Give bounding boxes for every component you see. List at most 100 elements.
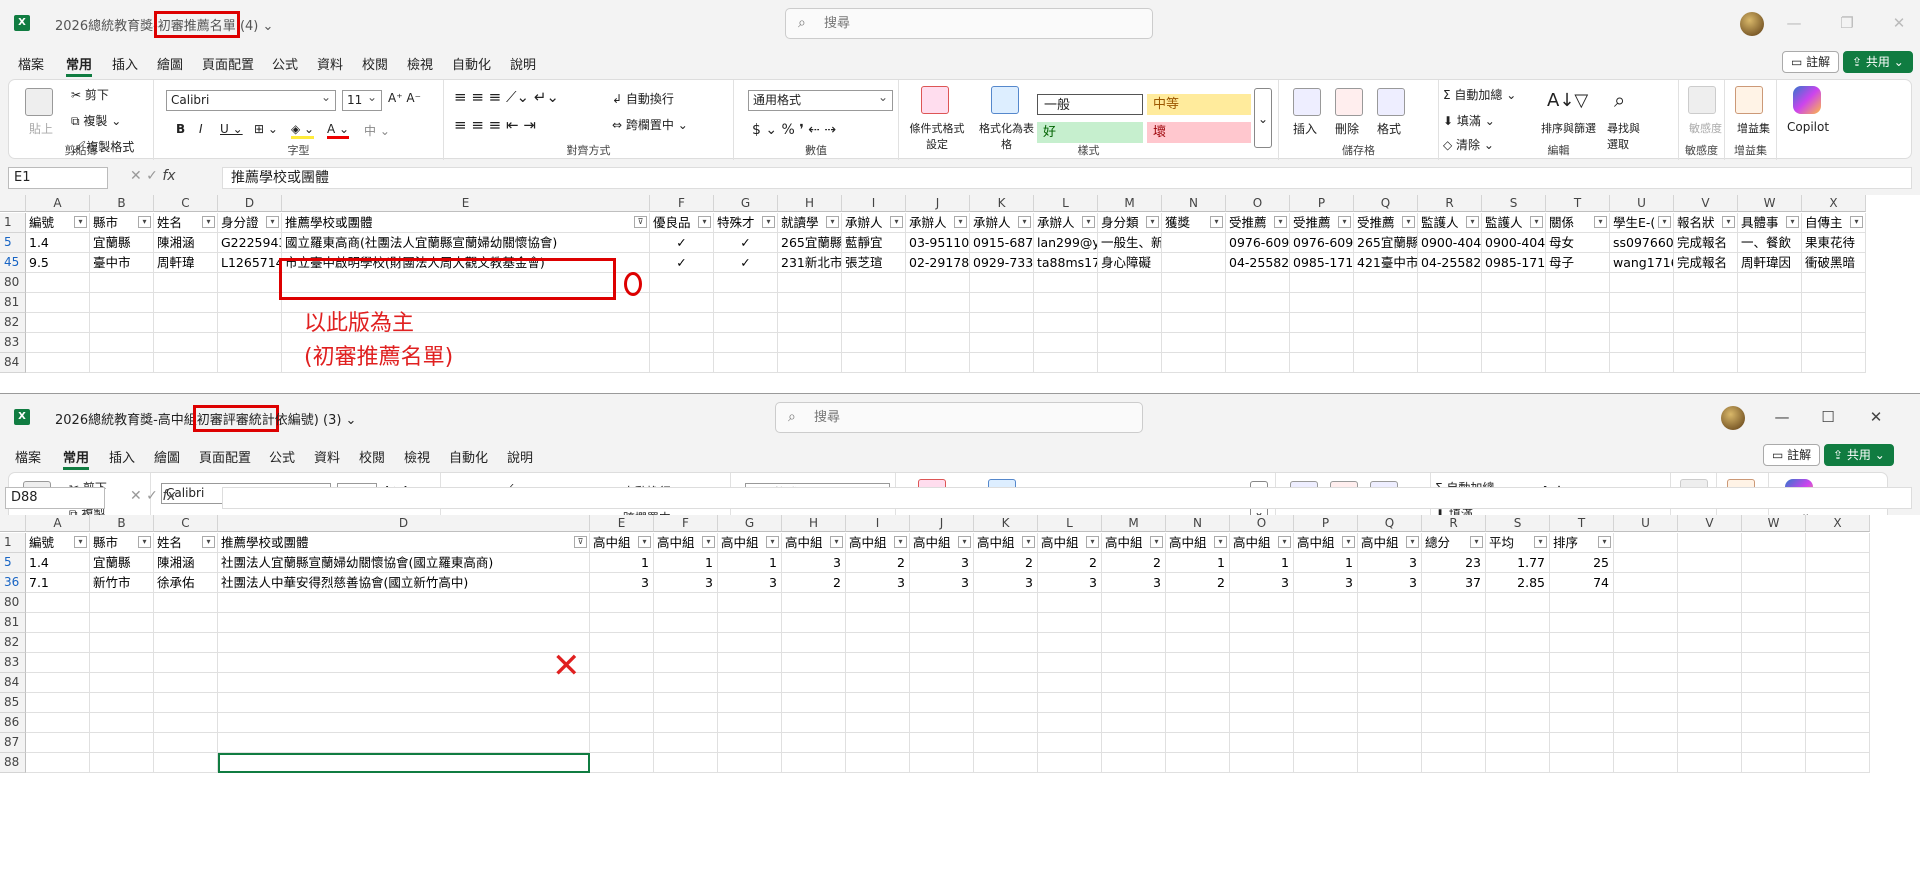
grid-cell[interactable]: 37 xyxy=(1422,573,1486,593)
grid-cell[interactable] xyxy=(154,633,218,653)
grid-cell[interactable] xyxy=(590,593,654,613)
grid-cell[interactable] xyxy=(718,733,782,753)
grid-cell[interactable] xyxy=(1678,693,1742,713)
bold-icon[interactable]: B xyxy=(176,122,185,136)
grid-cell[interactable] xyxy=(846,593,910,613)
grid-cell[interactable] xyxy=(1102,593,1166,613)
grid-cell[interactable] xyxy=(1162,253,1226,273)
grid-cell[interactable] xyxy=(970,273,1034,293)
menu-formulas[interactable]: 公式 xyxy=(272,54,298,73)
grid-cell[interactable]: 3 xyxy=(910,573,974,593)
grid-cell[interactable] xyxy=(1290,273,1354,293)
grid-cell[interactable] xyxy=(1294,653,1358,673)
filter-dropdown-icon[interactable]: ▾ xyxy=(1598,536,1611,548)
find-select-icon[interactable]: ⌕ xyxy=(1614,88,1625,112)
grid-cell[interactable] xyxy=(1678,613,1742,633)
grid-cell[interactable]: 3 xyxy=(910,553,974,573)
header-cell[interactable]: 排序 ▾ xyxy=(1550,533,1614,553)
grid-cell[interactable]: ✓ xyxy=(714,253,778,273)
grid-cell[interactable] xyxy=(1610,293,1674,313)
grid-cell[interactable] xyxy=(590,653,654,673)
grid-cell[interactable] xyxy=(650,333,714,353)
delete-cells-button[interactable]: 刪除 xyxy=(1335,120,1359,137)
grid-cell[interactable] xyxy=(1034,353,1098,373)
italic-icon[interactable]: I xyxy=(199,122,203,136)
grid-cell[interactable]: 一、餐飲 xyxy=(1738,233,1802,253)
header-cell[interactable]: 受推薦 ▾ xyxy=(1226,213,1290,233)
column-header[interactable]: S xyxy=(1486,515,1550,532)
grid-cell[interactable]: 3 xyxy=(1294,573,1358,593)
grid-cell[interactable] xyxy=(1422,733,1486,753)
filter-dropdown-icon[interactable]: ▾ xyxy=(1274,216,1287,228)
header-cell[interactable]: 高中組 ▾ xyxy=(846,533,910,553)
number-format-dropdown[interactable]: 通用格式 xyxy=(748,88,893,111)
grid-cell[interactable]: 果東花待 xyxy=(1802,233,1866,253)
grid-cell[interactable] xyxy=(1098,273,1162,293)
grid-cell[interactable] xyxy=(1610,353,1674,373)
grid-cell[interactable] xyxy=(1486,593,1550,613)
grid-cell[interactable] xyxy=(1550,673,1614,693)
grid-cell[interactable] xyxy=(1422,713,1486,733)
grid-cell[interactable] xyxy=(1294,593,1358,613)
grid-cell[interactable] xyxy=(1162,293,1226,313)
grid-cell[interactable]: lan299@y xyxy=(1034,233,1098,253)
grid-cell[interactable] xyxy=(718,753,782,773)
grid-cell[interactable]: 3 xyxy=(1038,573,1102,593)
header-cell[interactable]: 高中組 ▾ xyxy=(1038,533,1102,553)
grid-cell[interactable]: 完成報名 xyxy=(1674,233,1738,253)
grid-cell[interactable] xyxy=(718,713,782,733)
grid-cell[interactable]: 1 xyxy=(1166,553,1230,573)
grid-cell[interactable] xyxy=(590,633,654,653)
grid-cell[interactable] xyxy=(1290,293,1354,313)
column-header[interactable]: J xyxy=(906,195,970,212)
filter-dropdown-icon[interactable]: ▾ xyxy=(826,216,839,228)
grid-cell[interactable] xyxy=(1226,293,1290,313)
row-header[interactable]: 84 xyxy=(0,353,26,373)
grid-cell[interactable] xyxy=(654,673,718,693)
grid-cell[interactable]: 3 xyxy=(718,573,782,593)
grid-cell[interactable] xyxy=(970,313,1034,333)
grid-cell[interactable] xyxy=(650,273,714,293)
grid-cell[interactable] xyxy=(714,333,778,353)
grid-cell[interactable] xyxy=(1550,713,1614,733)
grid-cell[interactable] xyxy=(1230,653,1294,673)
grid-cell[interactable] xyxy=(1162,233,1226,253)
grid-cell[interactable]: 3 xyxy=(1358,573,1422,593)
grid-cell[interactable] xyxy=(1102,613,1166,633)
filter-dropdown-icon[interactable]: ▾ xyxy=(698,216,711,228)
grid-cell[interactable]: 2.85 xyxy=(1486,573,1550,593)
grid-cell[interactable]: 1 xyxy=(590,553,654,573)
sort-filter-button[interactable]: 排序與篩選 xyxy=(1541,120,1596,136)
column-header[interactable]: A xyxy=(26,195,90,212)
grid-cell[interactable] xyxy=(1742,593,1806,613)
filter-dropdown-icon[interactable]: ▾ xyxy=(1338,216,1351,228)
grid-cell[interactable] xyxy=(1614,633,1678,653)
filter-dropdown-icon[interactable]: ▾ xyxy=(638,536,651,548)
grid-cell[interactable]: 3 xyxy=(782,553,846,573)
formula-cancel-icon[interactable]: ✕ ✓ fx xyxy=(130,488,176,504)
grid-cell[interactable]: 社團法人宜蘭縣宣蘭婦幼關懷協會(國立羅東高商) xyxy=(218,553,590,573)
grid-cell[interactable]: 0985-1716 xyxy=(1290,253,1354,273)
grid-cell[interactable]: 03-951102 xyxy=(906,233,970,253)
header-cell[interactable]: 監護人 ▾ xyxy=(1482,213,1546,233)
grid-cell[interactable] xyxy=(154,593,218,613)
grid-cell[interactable]: 社團法人中華安得烈慈善協會(國立新竹高中) xyxy=(218,573,590,593)
grid-cell[interactable]: 2 xyxy=(846,553,910,573)
border-icon[interactable]: ⊞ ⌄ xyxy=(254,122,278,136)
filter-dropdown-icon[interactable]: ▾ xyxy=(1594,216,1607,228)
grid-cell[interactable] xyxy=(90,593,154,613)
header-cell[interactable]: 高中組 ▾ xyxy=(1358,533,1422,553)
header-cell[interactable]: 姓名 ▾ xyxy=(154,533,218,553)
header-cell[interactable]: 受推薦 ▾ xyxy=(1354,213,1418,233)
grid-cell[interactable]: 04-255828 xyxy=(1418,253,1482,273)
grid-cell[interactable] xyxy=(1550,693,1614,713)
grid-cell[interactable] xyxy=(846,733,910,753)
column-header[interactable]: O xyxy=(1230,515,1294,532)
grid-cell[interactable] xyxy=(1614,653,1678,673)
align-top-icon[interactable]: ≡ ≡ ≡ ⟋⌄ ↵⌄ xyxy=(454,88,559,106)
filter-dropdown-icon[interactable]: ▾ xyxy=(202,536,215,548)
grid-cell[interactable]: 藍靜宜 xyxy=(842,233,906,253)
document-title[interactable]: 2026總統教育獎-初審推薦名單 (4) ⌄ xyxy=(55,11,273,38)
style-good[interactable]: 好 xyxy=(1037,122,1143,143)
grid-cell[interactable] xyxy=(974,693,1038,713)
